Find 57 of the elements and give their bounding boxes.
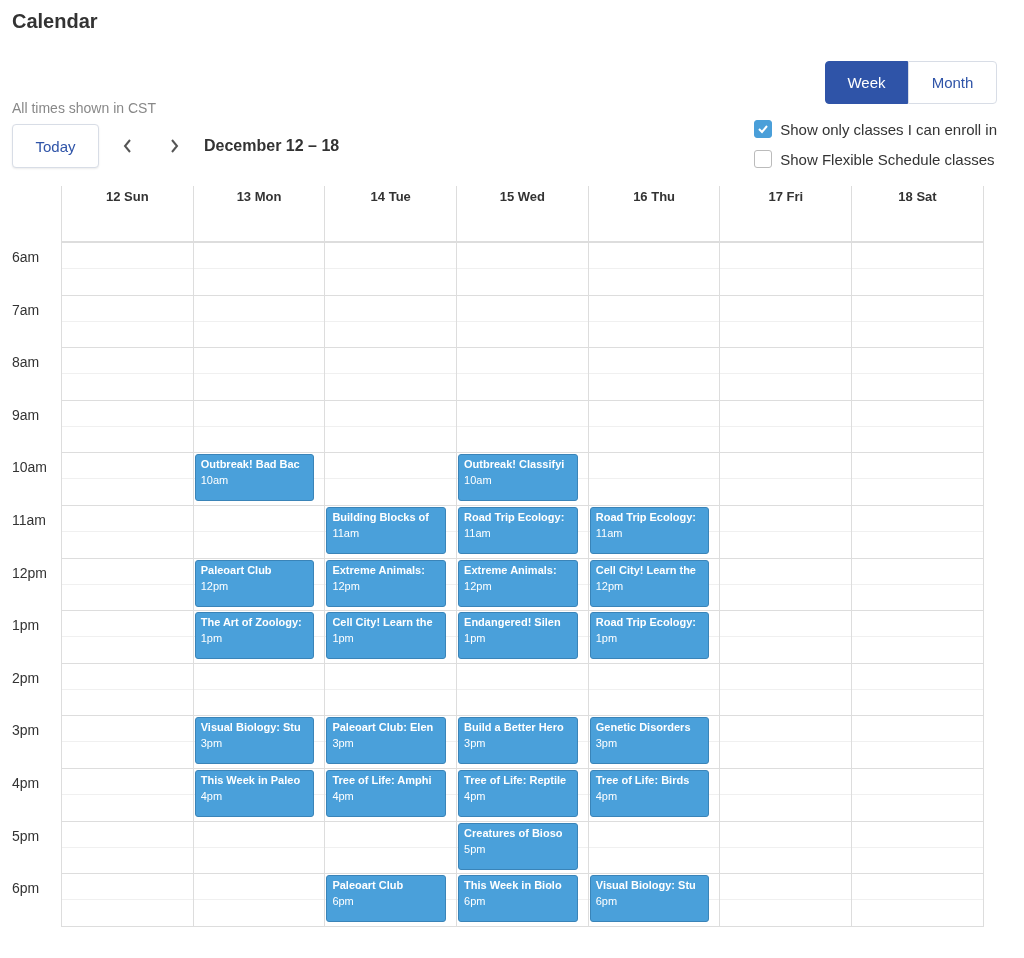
time-label: 12pm bbox=[12, 564, 48, 581]
day-header: 17 Fri bbox=[768, 189, 804, 204]
class-event[interactable]: Tree of Life: Reptile 4pm bbox=[458, 769, 578, 817]
class-event[interactable]: Visual Biology: Stu 3pm bbox=[194, 717, 315, 765]
class-event[interactable]: Cell City! Learn the 12pm bbox=[589, 559, 710, 607]
time-label: 7am bbox=[12, 301, 40, 318]
class-event[interactable]: Extreme Animals: 12pm bbox=[326, 559, 447, 607]
date-range: December 12 – 18 bbox=[204, 137, 340, 155]
checkbox-label: Show only classes I can enroll in bbox=[780, 120, 997, 138]
class-event[interactable]: Paleoart Club: Elen 3pm bbox=[326, 717, 447, 765]
class-event[interactable]: Visual Biology: Stu 6pm bbox=[589, 875, 710, 923]
time-label: 3pm bbox=[12, 722, 40, 739]
time-label: 1pm bbox=[12, 617, 40, 634]
class-event[interactable]: Paleoart Club 12pm bbox=[194, 559, 315, 607]
class-event[interactable]: Build a Better Hero 3pm bbox=[458, 717, 578, 765]
today-button[interactable]: Today bbox=[12, 124, 99, 168]
day-header: 13 Mon bbox=[236, 189, 282, 204]
page-title: Calendar bbox=[12, 9, 99, 34]
class-event[interactable]: Road Trip Ecology: 11am bbox=[589, 506, 710, 554]
previous-icon[interactable] bbox=[123, 139, 133, 153]
class-event[interactable]: Cell City! Learn the 1pm bbox=[326, 612, 447, 660]
time-label: 11am bbox=[12, 511, 46, 528]
next-icon[interactable] bbox=[169, 139, 179, 153]
time-label: 2pm bbox=[12, 669, 40, 686]
class-event[interactable]: Extreme Animals: 12pm bbox=[458, 559, 578, 607]
class-event[interactable]: Outbreak! Classifyi 10am bbox=[458, 454, 578, 502]
time-label: 6am bbox=[12, 249, 40, 265]
class-event[interactable]: This Week in Biolo 6pm bbox=[458, 875, 578, 923]
view-toggle-button[interactable]: Week bbox=[825, 61, 908, 104]
time-label: 8am bbox=[12, 354, 40, 371]
class-event[interactable]: Tree of Life: Amphi 4pm bbox=[326, 769, 447, 817]
day-header: 12 Sun bbox=[106, 189, 149, 204]
day-header: 18 Sat bbox=[898, 189, 937, 204]
checkbox-label: Show Flexible Schedule classes bbox=[780, 150, 995, 168]
class-event[interactable]: Endangered! Silen 1pm bbox=[458, 612, 578, 660]
class-event[interactable]: Tree of Life: Birds 4pm bbox=[589, 769, 710, 817]
class-event[interactable]: Creatures of Bioso 5pm bbox=[458, 822, 578, 870]
time-label: 5pm bbox=[12, 827, 40, 844]
class-event[interactable]: Road Trip Ecology: 11am bbox=[458, 506, 578, 554]
class-event[interactable]: Paleoart Club 6pm bbox=[326, 875, 447, 923]
time-label: 6pm bbox=[12, 880, 40, 897]
checkbox[interactable] bbox=[754, 150, 773, 168]
day-header: 15 Wed bbox=[499, 189, 546, 204]
time-label: 9am bbox=[12, 406, 40, 423]
view-toggle-button[interactable]: Month bbox=[908, 61, 997, 104]
class-event[interactable]: Road Trip Ecology: 1pm bbox=[589, 612, 710, 660]
checkbox[interactable] bbox=[754, 120, 773, 138]
time-label: 4pm bbox=[12, 774, 40, 791]
class-event[interactable]: Outbreak! Bad Bac 10am bbox=[194, 454, 315, 502]
class-event[interactable]: Building Blocks of 11am bbox=[326, 506, 447, 554]
day-header: 14 Tue bbox=[370, 189, 411, 204]
class-event[interactable]: This Week in Paleo 4pm bbox=[194, 769, 315, 817]
time-label: 10am bbox=[12, 459, 48, 476]
class-event[interactable]: The Art of Zoology: 1pm bbox=[194, 612, 315, 660]
timezone-note: All times shown in CST bbox=[12, 100, 156, 116]
day-header: 16 Thu bbox=[633, 189, 676, 204]
class-event[interactable]: Genetic Disorders 3pm bbox=[589, 717, 710, 765]
